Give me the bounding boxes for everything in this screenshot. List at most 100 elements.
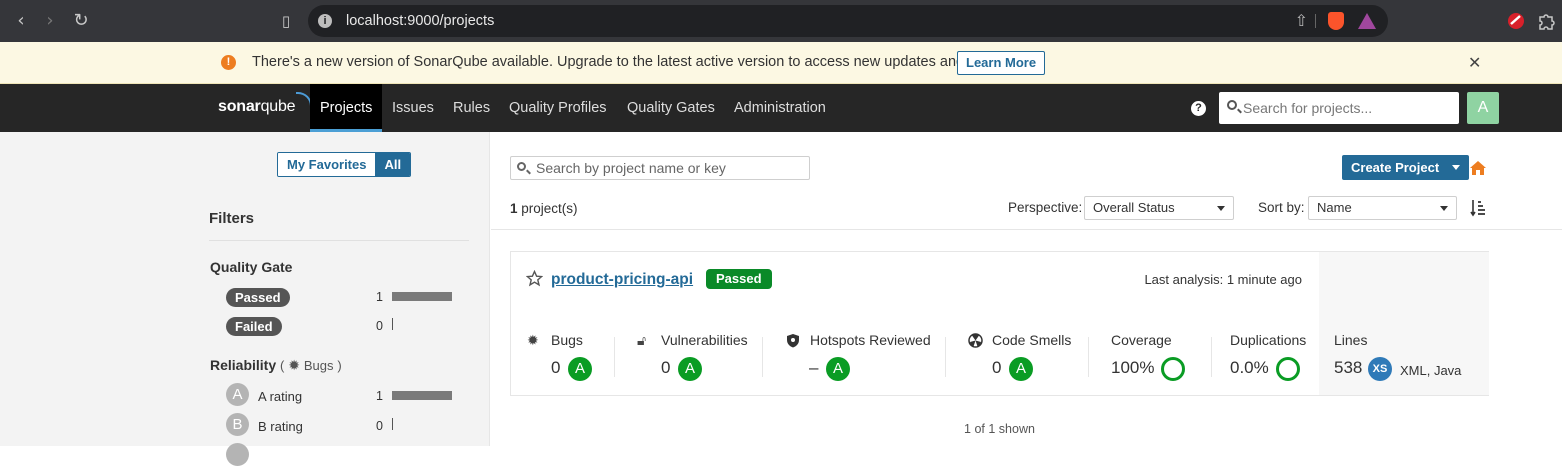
project-count: 1 project(s) bbox=[510, 201, 578, 216]
global-search-input[interactable]: Search for projects... bbox=[1219, 92, 1459, 124]
divider bbox=[1211, 337, 1212, 377]
quality-gate-status-badge: Passed bbox=[706, 269, 772, 289]
metric-label: Bugs bbox=[551, 332, 583, 348]
sort-select[interactable]: Name bbox=[1308, 196, 1457, 220]
reliability-sub-label: Bugs bbox=[303, 358, 334, 373]
facet-bar bbox=[392, 292, 452, 301]
back-icon[interactable]: ‹ bbox=[10, 10, 32, 32]
chevron-down-icon bbox=[1452, 165, 1461, 170]
divider bbox=[491, 229, 1562, 230]
home-icon[interactable] bbox=[1469, 159, 1487, 177]
bookmark-icon[interactable]: ▯ bbox=[275, 10, 297, 32]
facet-count: 0 bbox=[376, 419, 383, 433]
create-project-button[interactable]: Create Project bbox=[1342, 155, 1470, 180]
rating-label[interactable]: B rating bbox=[258, 419, 303, 434]
perspective-label: Perspective: bbox=[1008, 200, 1083, 215]
pagination-shown: 1 of 1 shown bbox=[964, 422, 1035, 436]
address-bar[interactable]: i localhost:9000/projects ⇧ bbox=[308, 5, 1388, 37]
browser-toolbar: ‹ › ↻ ▯ i localhost:9000/projects ⇧ bbox=[0, 0, 1562, 42]
facet-bar bbox=[392, 318, 393, 330]
metric-value: 0 bbox=[661, 358, 671, 377]
create-project-label: Create Project bbox=[1351, 160, 1440, 175]
languages: XML, Java bbox=[1400, 363, 1462, 378]
perspective-select[interactable]: Overall Status bbox=[1084, 196, 1234, 220]
brave-shields-icon[interactable] bbox=[1328, 12, 1344, 30]
project-search-placeholder: Search by project name or key bbox=[536, 160, 726, 176]
grade-badge: A bbox=[826, 357, 850, 381]
reload-icon[interactable]: ↻ bbox=[70, 10, 92, 32]
logo-text: qube bbox=[260, 98, 296, 115]
metric-value: 100% bbox=[1111, 358, 1155, 377]
close-icon[interactable]: ✕ bbox=[1468, 53, 1481, 73]
share-icon[interactable]: ⇧ bbox=[1295, 11, 1308, 31]
metric-value: 0 bbox=[992, 358, 1002, 377]
code-smell-icon bbox=[968, 333, 983, 348]
facet-count: 0 bbox=[376, 319, 383, 333]
projects-main: Search by project name or key Create Pro… bbox=[491, 132, 1562, 446]
metric-label: Code Smells bbox=[992, 332, 1072, 348]
global-search-placeholder: Search for projects... bbox=[1243, 100, 1373, 116]
sort-label: Sort by: bbox=[1258, 200, 1305, 215]
my-favorites-button[interactable]: My Favorites bbox=[278, 153, 376, 176]
search-icon bbox=[517, 162, 526, 171]
help-icon[interactable]: ? bbox=[1191, 101, 1206, 116]
metric-value: 0 bbox=[551, 358, 561, 377]
rating-b-badge[interactable]: B bbox=[226, 413, 249, 436]
filters-sidebar: My Favorites All Filters Quality Gate Pa… bbox=[0, 132, 490, 466]
project-name-link[interactable]: product-pricing-api bbox=[551, 271, 693, 289]
extensions-puzzle-icon[interactable] bbox=[1536, 11, 1556, 31]
logo-text-bold: sonar bbox=[218, 98, 261, 115]
nav-rules[interactable]: Rules bbox=[443, 84, 500, 132]
extension-icon[interactable] bbox=[1506, 11, 1526, 31]
favorite-star-icon[interactable] bbox=[526, 270, 543, 287]
nav-administration[interactable]: Administration bbox=[724, 84, 836, 132]
nav-projects[interactable]: Projects bbox=[310, 84, 383, 132]
rating-a-badge[interactable]: A bbox=[226, 383, 249, 406]
reliability-facet-title[interactable]: Reliability ( ✹ Bugs ) bbox=[210, 357, 342, 374]
perspective-value: Overall Status bbox=[1093, 200, 1175, 215]
grade-badge: A bbox=[568, 357, 592, 381]
banner-message: There's a new version of SonarQube avail… bbox=[252, 54, 1025, 70]
nav-issues[interactable]: Issues bbox=[382, 84, 444, 132]
favorites-toggle: My Favorites All bbox=[277, 152, 412, 177]
project-card: product-pricing-api Passed Last analysis… bbox=[510, 251, 1489, 396]
sort-value: Name bbox=[1317, 200, 1352, 215]
divider bbox=[1088, 337, 1089, 377]
site-info-icon[interactable]: i bbox=[318, 14, 332, 28]
sonarqube-logo[interactable]: sonarqube bbox=[218, 92, 312, 116]
metric-value: 0.0% bbox=[1230, 358, 1269, 377]
avatar[interactable]: A bbox=[1467, 92, 1499, 124]
brave-rewards-icon[interactable] bbox=[1358, 13, 1376, 29]
sort-direction-icon[interactable] bbox=[1470, 199, 1486, 217]
forward-icon[interactable]: › bbox=[39, 10, 61, 32]
facet-option-passed[interactable]: Passed bbox=[226, 288, 290, 307]
metric-label: Coverage bbox=[1111, 332, 1172, 348]
rating-label[interactable]: A rating bbox=[258, 389, 302, 404]
project-search-input[interactable]: Search by project name or key bbox=[510, 156, 810, 180]
facet-bar bbox=[392, 418, 393, 430]
nav-quality-gates[interactable]: Quality Gates bbox=[617, 84, 725, 132]
metric-value: – bbox=[809, 358, 819, 377]
metric-label: Lines bbox=[1334, 332, 1368, 348]
chevron-down-icon bbox=[1217, 206, 1225, 211]
last-analysis: Last analysis: 1 minute ago bbox=[1144, 272, 1302, 287]
metric-label: Vulnerabilities bbox=[661, 332, 748, 348]
grade-badge: A bbox=[1009, 357, 1033, 381]
project-count-suffix: project(s) bbox=[521, 201, 578, 216]
nav-quality-profiles[interactable]: Quality Profiles bbox=[499, 84, 617, 132]
warning-icon: ! bbox=[221, 55, 236, 70]
all-button[interactable]: All bbox=[375, 153, 411, 176]
duplications-ring-icon bbox=[1276, 357, 1300, 381]
reliability-label: Reliability bbox=[210, 357, 277, 373]
quality-gate-facet-title[interactable]: Quality Gate bbox=[210, 259, 292, 275]
rating-c-badge[interactable] bbox=[226, 443, 249, 466]
metric-label: Hotspots Reviewed bbox=[810, 332, 931, 348]
paren: ( bbox=[280, 358, 285, 373]
grade-badge: A bbox=[678, 357, 702, 381]
project-count-number: 1 bbox=[510, 201, 518, 216]
url-text: localhost:9000/projects bbox=[346, 13, 495, 29]
divider bbox=[209, 240, 469, 241]
learn-more-button[interactable]: Learn More bbox=[957, 51, 1046, 75]
bug-icon: ✹ bbox=[288, 357, 300, 373]
facet-option-failed[interactable]: Failed bbox=[226, 317, 282, 336]
